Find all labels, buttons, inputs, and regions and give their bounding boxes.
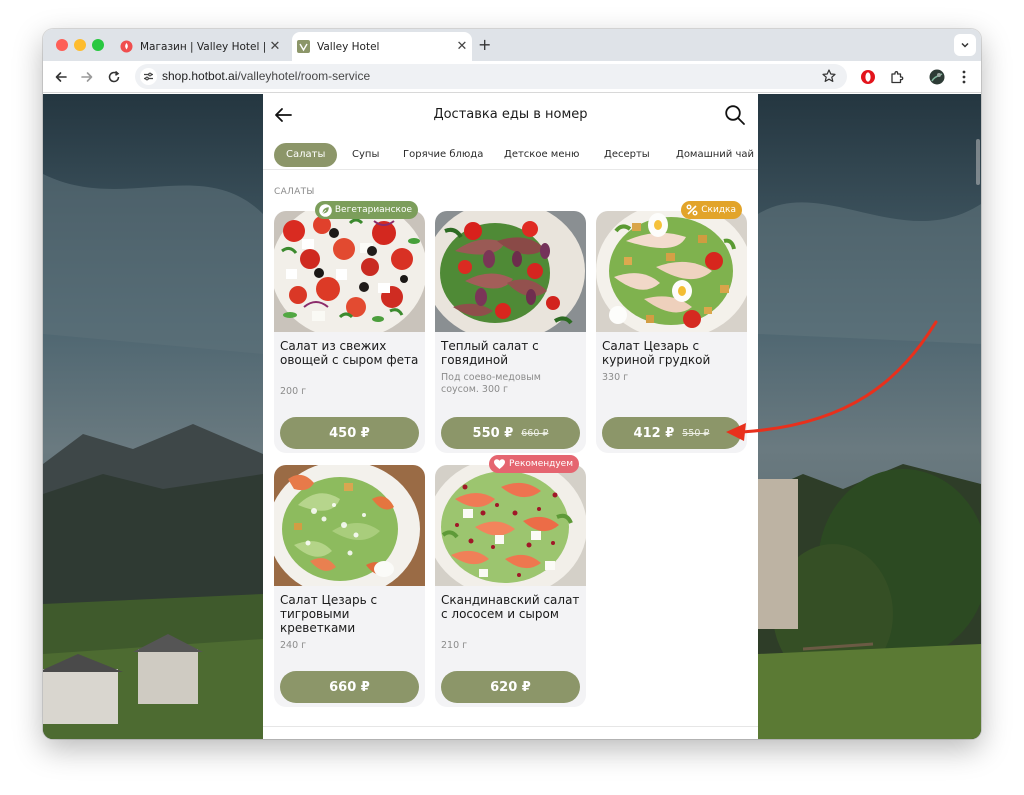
address-bar[interactable]: shop.hotbot.ai/valleyhotel/room-service — [135, 64, 847, 89]
price: 660 ₽ — [329, 679, 370, 695]
hotbot-favicon-icon — [120, 40, 133, 53]
tab-title: Valley Hotel — [317, 40, 380, 53]
tab-desserts[interactable]: Десерты — [604, 143, 650, 167]
product-card-shrimp-caesar[interactable]: Салат Цезарь с тигровыми креветками 240 … — [274, 465, 425, 707]
opera-extension-icon[interactable] — [858, 67, 878, 87]
product-name: Теплый салат с говядиной — [441, 339, 539, 367]
product-card-vegetable-salad[interactable]: Вегетарианское Салат из свежих овощей с … — [274, 201, 425, 453]
browser-window: Магазин | Valley Hotel | Hotb ✕ Valley H… — [43, 29, 981, 739]
profile-avatar[interactable] — [927, 67, 947, 87]
page-scrollbar[interactable] — [975, 94, 981, 739]
product-weight: 240 г — [280, 640, 307, 651]
product-card-scandinavian-salmon[interactable]: Рекомендуем Скандинавский салат с лососе… — [435, 455, 586, 707]
url-text: shop.hotbot.ai/valleyhotel/room-service — [162, 69, 370, 83]
product-image — [435, 211, 586, 332]
add-to-cart-button[interactable]: 450 ₽ — [280, 417, 419, 449]
category-tabs: Салаты Супы Горячие блюда Детское меню Д… — [263, 142, 758, 170]
price: 450 ₽ — [329, 425, 370, 441]
valley-hotel-favicon-icon — [297, 40, 310, 53]
add-to-cart-button[interactable]: 412 ₽ 550 ₽ — [602, 417, 741, 449]
maximize-window-button[interactable] — [92, 39, 104, 51]
browser-tab-shop[interactable]: Магазин | Valley Hotel | Hotb ✕ — [115, 32, 285, 61]
price: 550 ₽ — [472, 425, 514, 441]
product-image — [596, 211, 747, 332]
close-tab-icon[interactable]: ✕ — [265, 39, 285, 54]
tab-title: Магазин | Valley Hotel | Hotb — [140, 40, 265, 53]
close-window-button[interactable] — [56, 39, 68, 51]
badge-label: Рекомендуем — [509, 459, 573, 469]
browser-menu-icon[interactable] — [954, 67, 974, 87]
product-description: Под соево-медовым соусом. 300 г — [441, 372, 541, 395]
product-name: Салат из свежих овощей с сыром фета — [280, 339, 419, 367]
minimize-window-button[interactable] — [74, 39, 86, 51]
reload-icon[interactable] — [104, 67, 124, 87]
recommended-badge: Рекомендуем — [489, 455, 579, 473]
product-weight: 210 г — [441, 640, 468, 651]
discount-badge: Скидка — [681, 201, 742, 219]
url-path: /valleyhotel/room-service — [237, 69, 371, 83]
vegetarian-badge: Вегетарианское — [314, 201, 418, 219]
tab-soups[interactable]: Супы — [352, 143, 379, 167]
old-price: 660 ₽ — [521, 427, 549, 439]
product-weight: 330 г — [602, 372, 629, 383]
add-to-cart-button[interactable]: 550 ₽ 660 ₽ — [441, 417, 580, 449]
page-viewport: Доставка еды в номер Салаты Супы Горячие… — [43, 94, 981, 739]
heart-icon — [493, 458, 506, 471]
page-header: Доставка еды в номер — [263, 94, 758, 136]
product-name: Салат Цезарь с тигровыми креветками — [280, 593, 378, 635]
leaf-icon — [319, 203, 332, 217]
product-image — [435, 465, 586, 586]
tab-bar: Магазин | Valley Hotel | Hotb ✕ Valley H… — [43, 29, 981, 61]
room-service-panel: Доставка еды в номер Салаты Супы Горячие… — [263, 94, 758, 739]
tab-salads[interactable]: Салаты — [274, 143, 338, 167]
product-image — [274, 465, 425, 586]
percent-icon — [685, 204, 698, 217]
forward-arrow-icon[interactable] — [77, 67, 97, 87]
search-icon[interactable] — [724, 104, 746, 126]
product-card-warm-beef-salad[interactable]: Теплый салат с говядиной Под соево-медов… — [435, 211, 586, 453]
tab-hot-dishes[interactable]: Горячие блюда — [403, 143, 483, 167]
product-card-chicken-caesar[interactable]: Скидка Салат Цезарь с куриной грудкой 33… — [596, 201, 747, 453]
add-to-cart-button[interactable]: 660 ₽ — [280, 671, 419, 703]
extensions-puzzle-icon[interactable] — [886, 67, 906, 87]
price: 412 ₽ — [633, 425, 675, 441]
site-settings-icon[interactable] — [140, 68, 157, 85]
bookmark-star-icon[interactable] — [821, 68, 837, 84]
product-name: Салат Цезарь с куриной грудкой — [602, 339, 711, 367]
scrollbar-thumb[interactable] — [976, 139, 980, 185]
back-arrow-icon[interactable] — [51, 67, 71, 87]
new-tab-icon[interactable]: + — [478, 35, 491, 54]
close-tab-icon[interactable]: ✕ — [452, 39, 472, 54]
badge-label: Скидка — [701, 205, 736, 215]
badge-label: Вегетарианское — [334, 205, 412, 215]
product-weight: 200 г — [280, 386, 307, 397]
browser-toolbar: shop.hotbot.ai/valleyhotel/room-service — [43, 61, 981, 93]
browser-tab-valley-hotel[interactable]: Valley Hotel ✕ — [292, 32, 472, 61]
tab-search-chevron-icon[interactable] — [954, 34, 976, 56]
section-label: САЛАТЫ — [274, 187, 315, 197]
page-title: Доставка еды в номер — [433, 107, 588, 122]
tab-homemade-tea[interactable]: Домашний чай — [676, 143, 754, 167]
old-price: 550 ₽ — [682, 427, 710, 439]
product-name: Скандинавский салат с лососем и сыром — [441, 593, 580, 621]
product-image — [274, 211, 425, 332]
url-host: shop.hotbot.ai — [162, 69, 238, 83]
tab-kids-menu[interactable]: Детское меню — [504, 143, 579, 167]
add-to-cart-button[interactable]: 620 ₽ — [441, 671, 580, 703]
price: 620 ₽ — [490, 679, 531, 695]
footer-divider — [263, 726, 758, 739]
